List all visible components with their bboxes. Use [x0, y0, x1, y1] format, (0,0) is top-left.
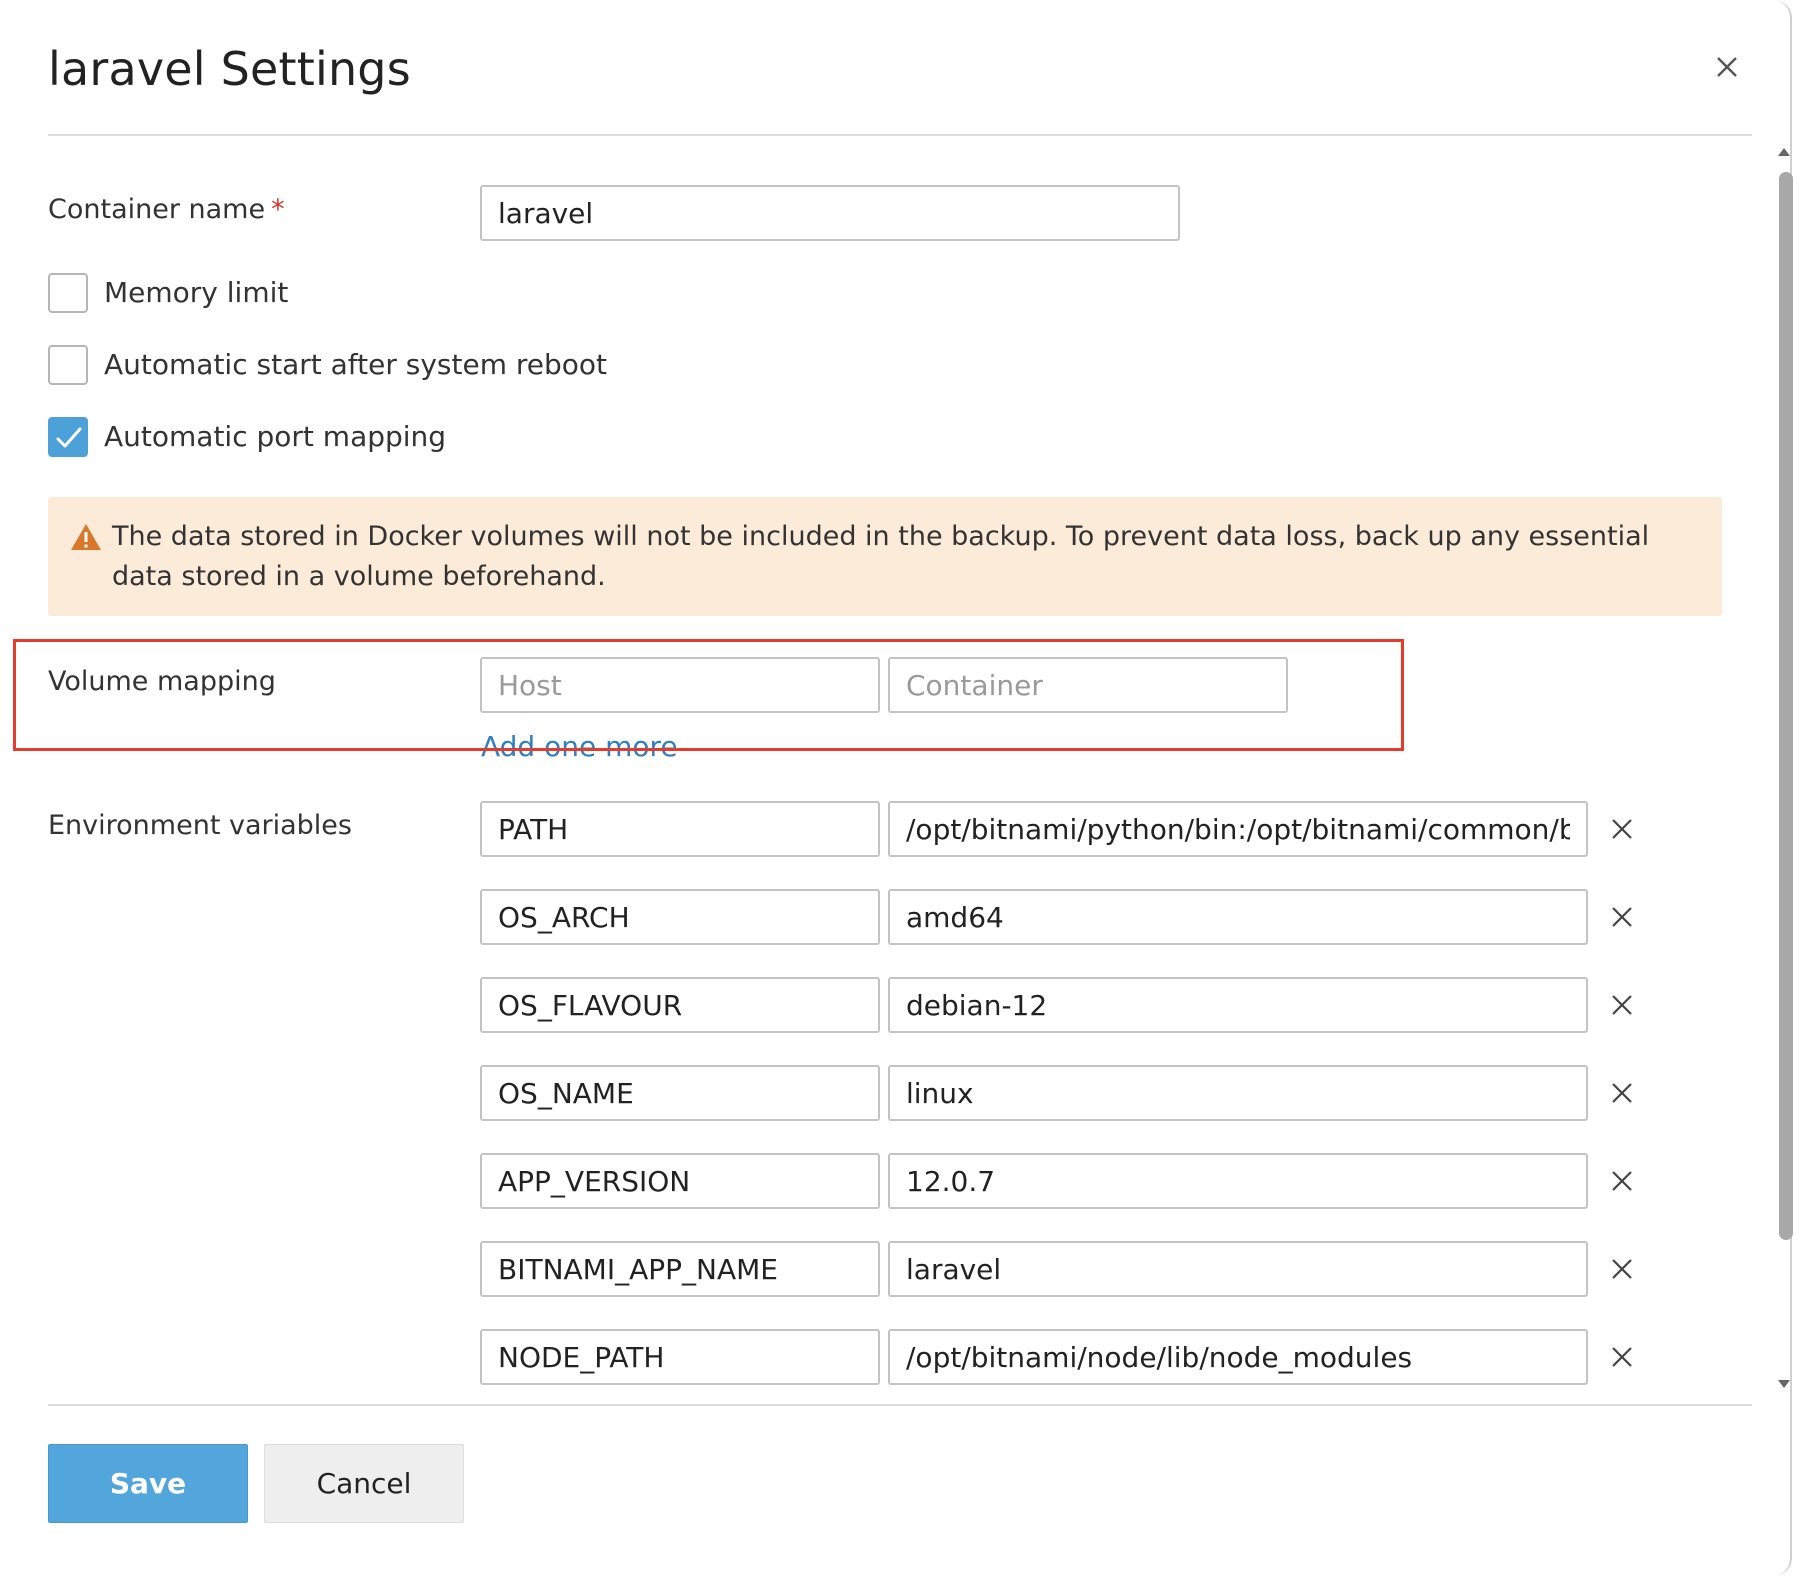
auto-port-mapping-label: Automatic port mapping	[104, 420, 447, 453]
scrollbar-thumb[interactable]	[1779, 172, 1793, 1240]
container-name-input[interactable]	[480, 185, 1180, 241]
header-divider	[48, 134, 1752, 136]
remove-icon[interactable]	[1608, 1079, 1636, 1107]
save-button[interactable]: Save	[48, 1444, 248, 1523]
auto-port-mapping-checkbox[interactable]	[48, 417, 88, 457]
env-name-input[interactable]	[480, 1241, 880, 1297]
container-name-label: Container name *	[48, 194, 285, 225]
memory-limit-label: Memory limit	[104, 276, 289, 309]
remove-icon[interactable]	[1608, 1343, 1636, 1371]
env-name-input[interactable]	[480, 1329, 880, 1385]
env-value-input[interactable]	[888, 1065, 1588, 1121]
remove-icon[interactable]	[1608, 1255, 1636, 1283]
remove-icon[interactable]	[1608, 903, 1636, 931]
volume-mapping-highlight	[13, 639, 1404, 751]
env-value-input[interactable]	[888, 801, 1588, 857]
env-name-input[interactable]	[480, 1065, 880, 1121]
scroll-down-arrow-icon[interactable]	[1776, 1376, 1792, 1395]
checkmark-icon	[56, 427, 82, 448]
auto-start-label: Automatic start after system reboot	[104, 348, 608, 381]
settings-dialog: laravel Settings Container name* Memory …	[0, 0, 1793, 1576]
cancel-button[interactable]: Cancel	[264, 1444, 464, 1523]
remove-icon[interactable]	[1608, 1167, 1636, 1195]
warning-text: The data stored in Docker volumes will n…	[112, 521, 1650, 592]
env-value-input[interactable]	[888, 889, 1588, 945]
auto-start-checkbox[interactable]	[48, 345, 88, 385]
footer-divider	[48, 1404, 1752, 1406]
scroll-up-arrow-icon[interactable]	[1776, 144, 1792, 163]
env-name-input[interactable]	[480, 801, 880, 857]
remove-icon[interactable]	[1608, 815, 1636, 843]
env-value-input[interactable]	[888, 977, 1588, 1033]
required-mark: *	[271, 194, 285, 225]
memory-limit-checkbox[interactable]	[48, 273, 88, 313]
env-name-input[interactable]	[480, 977, 880, 1033]
env-value-input[interactable]	[888, 1241, 1588, 1297]
close-icon[interactable]	[1712, 52, 1742, 82]
container-name-label-text: Container name	[48, 194, 266, 225]
warning-icon	[70, 523, 102, 555]
environment-variables-label: Environment variables	[48, 810, 352, 841]
remove-icon[interactable]	[1608, 991, 1636, 1019]
env-value-input[interactable]	[888, 1329, 1588, 1385]
env-name-input[interactable]	[480, 889, 880, 945]
env-name-input[interactable]	[480, 1153, 880, 1209]
env-value-input[interactable]	[888, 1153, 1588, 1209]
backup-warning: The data stored in Docker volumes will n…	[48, 497, 1722, 616]
dialog-title: laravel Settings	[48, 42, 411, 96]
